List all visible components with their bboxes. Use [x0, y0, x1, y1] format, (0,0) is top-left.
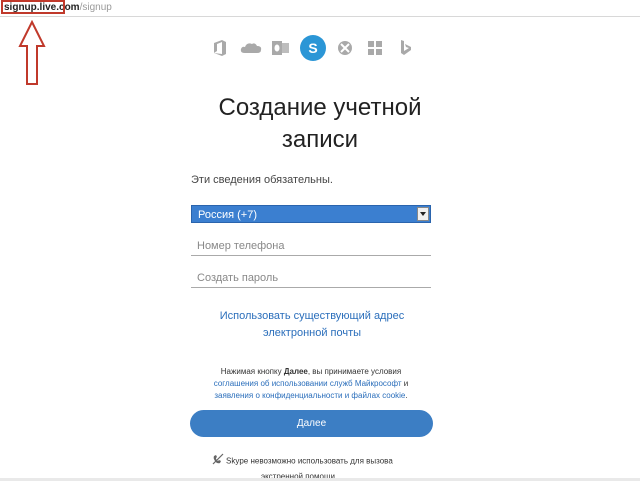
up-arrow-annotation [18, 20, 46, 85]
next-button[interactable]: Далее [190, 410, 433, 437]
skype-note-line1: Skype невозможно использовать для вызова [226, 456, 393, 466]
required-note: Эти сведения обязательны. [191, 174, 333, 186]
terms-end: . [405, 391, 408, 400]
country-select[interactable]: Россия (+7) [191, 205, 431, 223]
use-existing-email-link[interactable]: Использовать существующий адрес электрон… [200, 308, 424, 342]
skype-icon[interactable]: S [299, 35, 326, 61]
terms-middle: , вы принимаете условия [307, 367, 402, 376]
address-bar[interactable]: signup.live.com/signup [0, 0, 640, 17]
url-path: /signup [79, 2, 112, 13]
product-icons-bar: S [208, 35, 418, 61]
no-phone-icon [212, 453, 224, 470]
page-title: Создание учетной записи [218, 94, 422, 153]
country-select-value: Россия (+7) [198, 209, 257, 221]
phone-number-input[interactable] [191, 236, 431, 256]
terms-text: Нажимая кнопку Далее, вы принимаете усло… [188, 366, 434, 402]
terms-bold: Далее [283, 367, 308, 376]
terms-of-use-link[interactable]: соглашения об использовании служб Майкро… [214, 379, 402, 388]
terms-and: и [401, 379, 409, 388]
chevron-down-icon[interactable] [417, 207, 429, 221]
url-highlight-box [1, 0, 65, 14]
windows-icon[interactable] [363, 36, 387, 60]
onedrive-icon[interactable] [239, 36, 263, 60]
terms-prefix: Нажимая кнопку [220, 367, 284, 376]
xbox-icon[interactable] [333, 36, 357, 60]
skype-note-line2: экстренной помощи. [261, 472, 338, 481]
privacy-statement-link[interactable]: заявления о конфиденциальности и файлах … [214, 391, 405, 400]
outlook-icon[interactable] [269, 36, 293, 60]
office-icon[interactable] [208, 36, 232, 60]
svg-text:S: S [308, 40, 317, 56]
password-input[interactable] [191, 268, 431, 288]
bing-icon[interactable] [394, 36, 418, 60]
